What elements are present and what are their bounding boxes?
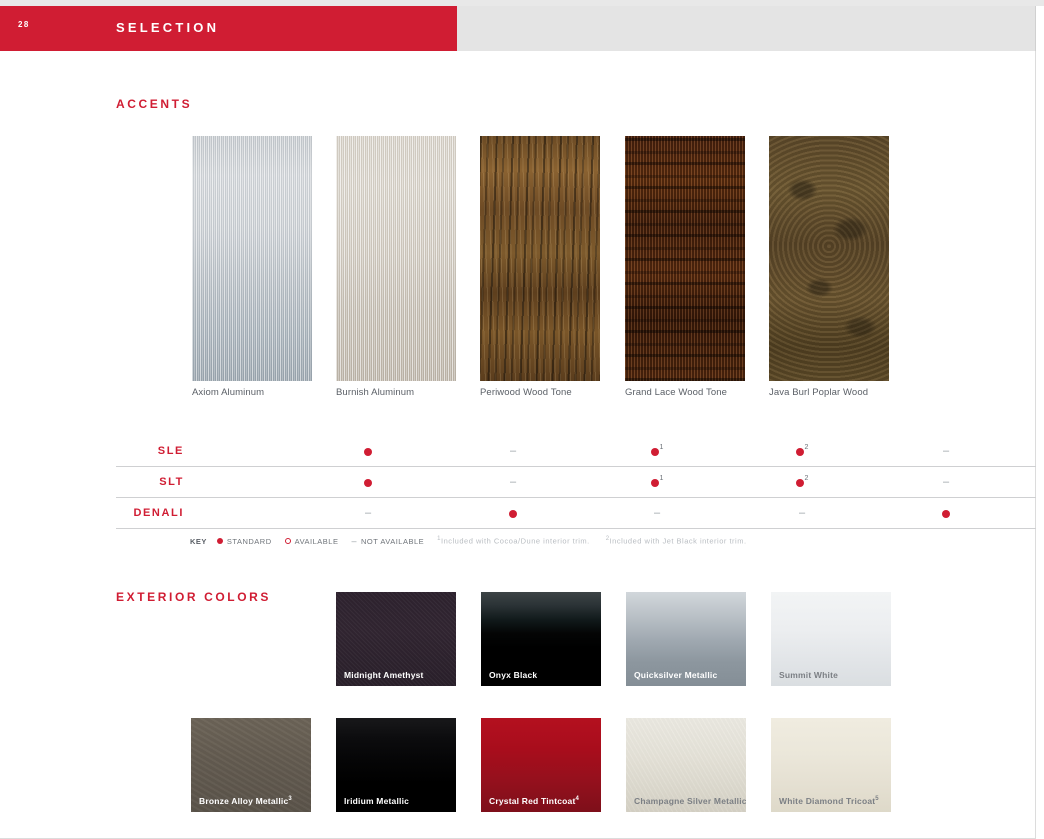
accent-swatch-label: Axiom Aluminum: [192, 387, 265, 398]
available-dot-icon: [284, 538, 291, 544]
accent-swatch-label: Burnish Aluminum: [336, 387, 415, 398]
key-not-available: – NOT AVAILABLE: [351, 536, 424, 546]
accent-availability-table: SLE – 1 2 – SLT – 1 2 – DENALI – – –: [116, 436, 1036, 529]
table-row: SLT – 1 2 –: [116, 467, 1036, 498]
accent-swatch-3: Grand Lace Wood Tone: [625, 136, 745, 398]
page-title: SELECTION: [116, 20, 220, 35]
key-standard-label: STANDARD: [226, 536, 272, 546]
not-available-dash-icon: –: [942, 476, 950, 488]
accents-section-title: ACCENTS: [116, 97, 193, 111]
footnote-marker: 3: [288, 796, 292, 803]
exterior-color-label: Onyx Black: [489, 670, 538, 680]
availability-cell: [901, 498, 991, 529]
standard-dot-icon: [942, 509, 950, 518]
accent-swatch-label: Java Burl Poplar Wood: [769, 387, 869, 398]
availability-cell: 2: [757, 467, 847, 498]
not-available-dash-icon: –: [509, 476, 517, 488]
not-available-dash-icon: –: [509, 445, 517, 457]
key-not-available-label: NOT AVAILABLE: [360, 536, 425, 546]
accent-swatch-4: Java Burl Poplar Wood: [769, 136, 889, 398]
standard-dot-icon: [364, 478, 372, 487]
standard-dot-icon: [795, 478, 804, 487]
exterior-color-label: Bronze Alloy Metallic3: [199, 796, 292, 806]
accent-swatch-label: Grand Lace Wood Tone: [625, 387, 727, 398]
standard-dot-icon: [364, 447, 372, 456]
not-available-dash-icon: –: [942, 445, 950, 457]
exterior-color-swatch: Iridium Metallic: [336, 718, 456, 812]
footnote-marker: 5: [875, 796, 879, 803]
key-available-label: AVAILABLE: [294, 536, 339, 546]
header-red-band: [0, 6, 457, 51]
accent-swatch-image: [192, 136, 312, 381]
availability-cell: –: [468, 436, 558, 467]
trim-level-label: DENALI: [133, 507, 184, 519]
brochure-page: 28 SELECTION ACCENTS Axiom Aluminum Burni…: [0, 0, 1044, 839]
accent-swatch-row: Axiom Aluminum Burnish Aluminum Periwood W…: [0, 136, 1044, 406]
availability-cell: –: [757, 498, 847, 529]
availability-cell: –: [468, 467, 558, 498]
not-available-dash-icon: –: [351, 536, 357, 546]
exterior-section-title: EXTERIOR COLORS: [116, 590, 272, 604]
availability-cell: –: [901, 467, 991, 498]
key-label: KEY: [190, 536, 207, 546]
exterior-color-swatch: Bronze Alloy Metallic3: [191, 718, 311, 812]
table-row: DENALI – – –: [116, 498, 1036, 529]
trim-level-label: SLE: [157, 445, 184, 457]
standard-dot-icon: [216, 538, 223, 544]
availability-cell: [323, 436, 413, 467]
key-available: AVAILABLE: [284, 536, 339, 546]
accent-swatch-2: Periwood Wood Tone: [480, 136, 600, 398]
footnote-2: 2Included with Jet Black interior trim.: [606, 536, 747, 546]
accent-swatch-0: Axiom Aluminum: [192, 136, 312, 398]
not-available-dash-icon: –: [798, 507, 806, 519]
key-standard: STANDARD: [216, 536, 272, 546]
availability-cell: [468, 498, 558, 529]
availability-cell: –: [901, 436, 991, 467]
footnote-2-text: Included with Jet Black interior trim.: [609, 536, 747, 546]
accent-swatch-image: [769, 136, 889, 381]
footnote-marker: 1: [659, 444, 664, 452]
exterior-color-label: Summit White: [779, 670, 839, 680]
exterior-color-label: Champagne Silver Metallic: [634, 796, 746, 806]
exterior-color-swatch: Onyx Black: [481, 592, 601, 686]
table-key: KEY STANDARD AVAILABLE – NOT AVAILABLE 1…: [190, 536, 763, 546]
exterior-color-label: Midnight Amethyst: [344, 670, 424, 680]
exterior-color-label: Iridium Metallic: [344, 796, 410, 806]
exterior-color-swatch: Summit White: [771, 592, 891, 686]
availability-cell: [323, 467, 413, 498]
not-available-dash-icon: –: [364, 507, 372, 519]
standard-dot-icon: [509, 509, 517, 518]
footnote-marker: 2: [804, 444, 809, 452]
availability-cell: –: [323, 498, 413, 529]
availability-cell: –: [612, 498, 702, 529]
exterior-color-label: Crystal Red Tintcoat4: [489, 796, 580, 806]
exterior-color-swatch: White Diamond Tricoat5: [771, 718, 891, 812]
footnote-marker: 2: [804, 475, 809, 483]
accent-swatch-image: [336, 136, 456, 381]
exterior-color-label: Quicksilver Metallic: [634, 670, 718, 680]
footnote-marker: 4: [575, 796, 580, 803]
exterior-color-swatch: Quicksilver Metallic: [626, 592, 746, 686]
accent-swatch-image: [625, 136, 745, 381]
standard-dot-icon: [650, 478, 659, 487]
not-available-dash-icon: –: [653, 507, 661, 519]
footnote-1-text: Included with Cocoa/Dune interior trim.: [441, 536, 590, 546]
footnote-1: 1Included with Cocoa/Dune interior trim.: [437, 536, 590, 546]
accent-swatch-1: Burnish Aluminum: [336, 136, 456, 398]
exterior-color-swatch: Champagne Silver Metallic: [626, 718, 746, 812]
page-number: 28: [18, 20, 30, 29]
footnote-marker: 1: [659, 475, 664, 483]
exterior-color-swatch: Crystal Red Tintcoat4: [481, 718, 601, 812]
accent-swatch-label: Periwood Wood Tone: [480, 387, 572, 398]
standard-dot-icon: [795, 447, 804, 456]
standard-dot-icon: [650, 447, 659, 456]
table-row: SLE – 1 2 –: [116, 436, 1036, 467]
availability-cell: 1: [612, 436, 702, 467]
exterior-color-swatch: Midnight Amethyst: [336, 592, 456, 686]
availability-cell: 2: [757, 436, 847, 467]
accent-swatch-image: [480, 136, 600, 381]
exterior-color-label: White Diamond Tricoat5: [779, 796, 879, 806]
availability-cell: 1: [612, 467, 702, 498]
trim-level-label: SLT: [159, 476, 184, 488]
